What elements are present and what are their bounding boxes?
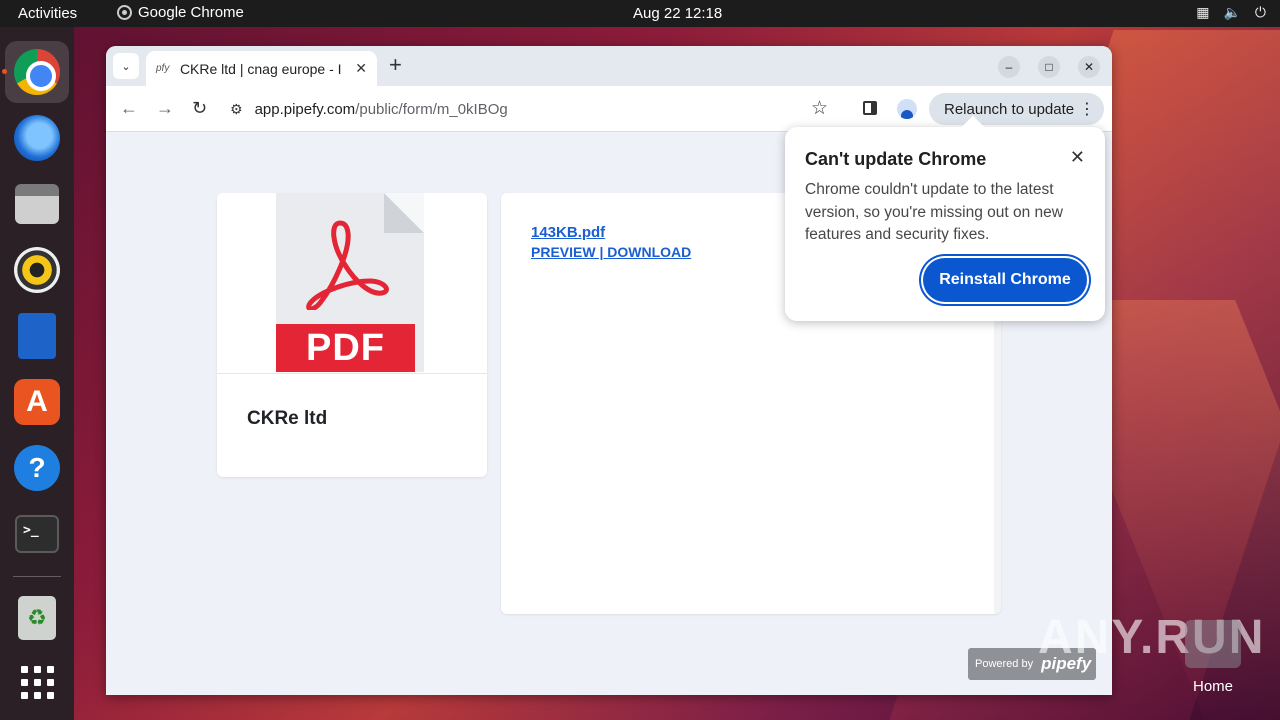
pdf-thumbnail[interactable]: PDF [276, 193, 424, 372]
toolbar: ← → ↻ ⚙ app.pipefy.com /public/form/m_0k… [106, 86, 1112, 132]
dock-item-writer[interactable] [5, 305, 69, 367]
thunderbird-icon [14, 115, 60, 161]
back-button[interactable]: ← [120, 98, 138, 119]
top-bar: Activities Google Chrome Aug 22 12:18 ▦ … [0, 0, 1280, 27]
record-card[interactable]: PDF CKRe ltd [217, 193, 487, 477]
terminal-icon: >_ [15, 515, 59, 553]
power-icon: ⏻ [1254, 4, 1266, 20]
bookmark-star-icon[interactable]: ☆ [811, 97, 828, 120]
card-title: CKRe ltd [247, 408, 328, 429]
app-menu[interactable]: Google Chrome [117, 4, 244, 21]
tab-strip: ⌄ pfy CKRe ltd | cnag europe - I ✕ + – □… [106, 46, 1112, 86]
home-folder-icon[interactable] [1185, 620, 1241, 668]
system-status[interactable]: ▦ 🔈 ⏻ [1196, 4, 1266, 21]
acrobat-icon [306, 220, 389, 310]
side-panel-icon[interactable] [863, 101, 877, 115]
update-error-bubble: Can't update Chrome ✕ Chrome couldn't up… [785, 115, 1105, 321]
tab-active[interactable]: pfy CKRe ltd | cnag europe - I ✕ [146, 51, 377, 86]
card-divider [217, 373, 487, 374]
preview-download-link[interactable]: PREVIEW | DOWNLOAD [531, 244, 691, 260]
dock-item-app-center[interactable]: A [5, 371, 69, 433]
show-apps-button[interactable] [5, 651, 69, 713]
close-window-button[interactable]: ✕ [1078, 56, 1100, 78]
dock-item-thunderbird[interactable] [5, 107, 69, 169]
dock-item-trash[interactable]: ♻ [5, 587, 69, 649]
dock-separator [13, 576, 61, 577]
pipefy-favicon-icon: pfy [156, 63, 170, 74]
pdf-badge: PDF [276, 324, 415, 372]
minimize-button[interactable]: – [998, 56, 1020, 78]
close-icon[interactable]: ✕ [355, 60, 367, 77]
chrome-icon [14, 49, 60, 95]
powered-by-label: Powered by [975, 658, 1034, 670]
dock-item-help[interactable]: ? [5, 437, 69, 499]
relaunch-label: Relaunch to update [944, 100, 1075, 118]
bubble-message: Chrome couldn't update to the latest ver… [805, 181, 1063, 243]
tab-title: CKRe ltd | cnag europe - I [179, 60, 342, 77]
chrome-small-icon [117, 5, 132, 20]
network-icon: ▦ [1196, 4, 1210, 20]
help-icon: ? [14, 445, 60, 491]
volume-icon: 🔈 [1223, 4, 1241, 20]
chevron-down-icon: ⌄ [121, 60, 131, 73]
clock[interactable]: Aug 22 12:18 [633, 5, 722, 22]
bubble-title: Can't update Chrome [805, 149, 987, 169]
grid-icon [20, 665, 54, 699]
trash-icon: ♻ [18, 596, 56, 640]
forward-button[interactable]: → [156, 98, 174, 119]
page-fold [384, 193, 424, 233]
maximize-button[interactable]: □ [1038, 56, 1060, 78]
reload-button[interactable]: ↻ [192, 98, 207, 119]
url-path: /public/form/m_0kIBOg [355, 100, 508, 118]
dock: A ? >_ ♻ [0, 27, 74, 720]
dock-item-rhythmbox[interactable] [5, 239, 69, 301]
kebab-menu-icon[interactable]: ⋮ [1079, 99, 1095, 119]
activities-button[interactable]: Activities [18, 5, 77, 22]
dock-item-chrome[interactable] [2, 41, 69, 103]
app-center-icon: A [14, 379, 60, 425]
home-label: Home [1193, 678, 1234, 695]
rhythmbox-icon [14, 247, 60, 293]
site-info-icon[interactable]: ⚙ [230, 101, 243, 118]
profile-avatar-icon[interactable] [897, 99, 917, 119]
address-bar[interactable]: ⚙ app.pipefy.com /public/form/m_0kIBOg [226, 93, 846, 125]
new-tab-button[interactable]: + [389, 54, 402, 76]
files-icon [15, 184, 59, 224]
running-indicator [2, 69, 7, 74]
file-link[interactable]: 143KB.pdf [531, 224, 605, 241]
relaunch-button[interactable]: Relaunch to update ⋮ [929, 93, 1104, 125]
reinstall-chrome-button[interactable]: Reinstall Chrome [923, 258, 1087, 302]
writer-icon [18, 313, 56, 359]
dock-item-terminal[interactable]: >_ [5, 503, 69, 565]
tab-search-button[interactable]: ⌄ [113, 53, 139, 79]
close-icon[interactable]: ✕ [1070, 147, 1085, 168]
url-host: app.pipefy.com [254, 100, 356, 118]
app-menu-label: Google Chrome [138, 4, 244, 21]
dock-item-files[interactable] [5, 173, 69, 235]
